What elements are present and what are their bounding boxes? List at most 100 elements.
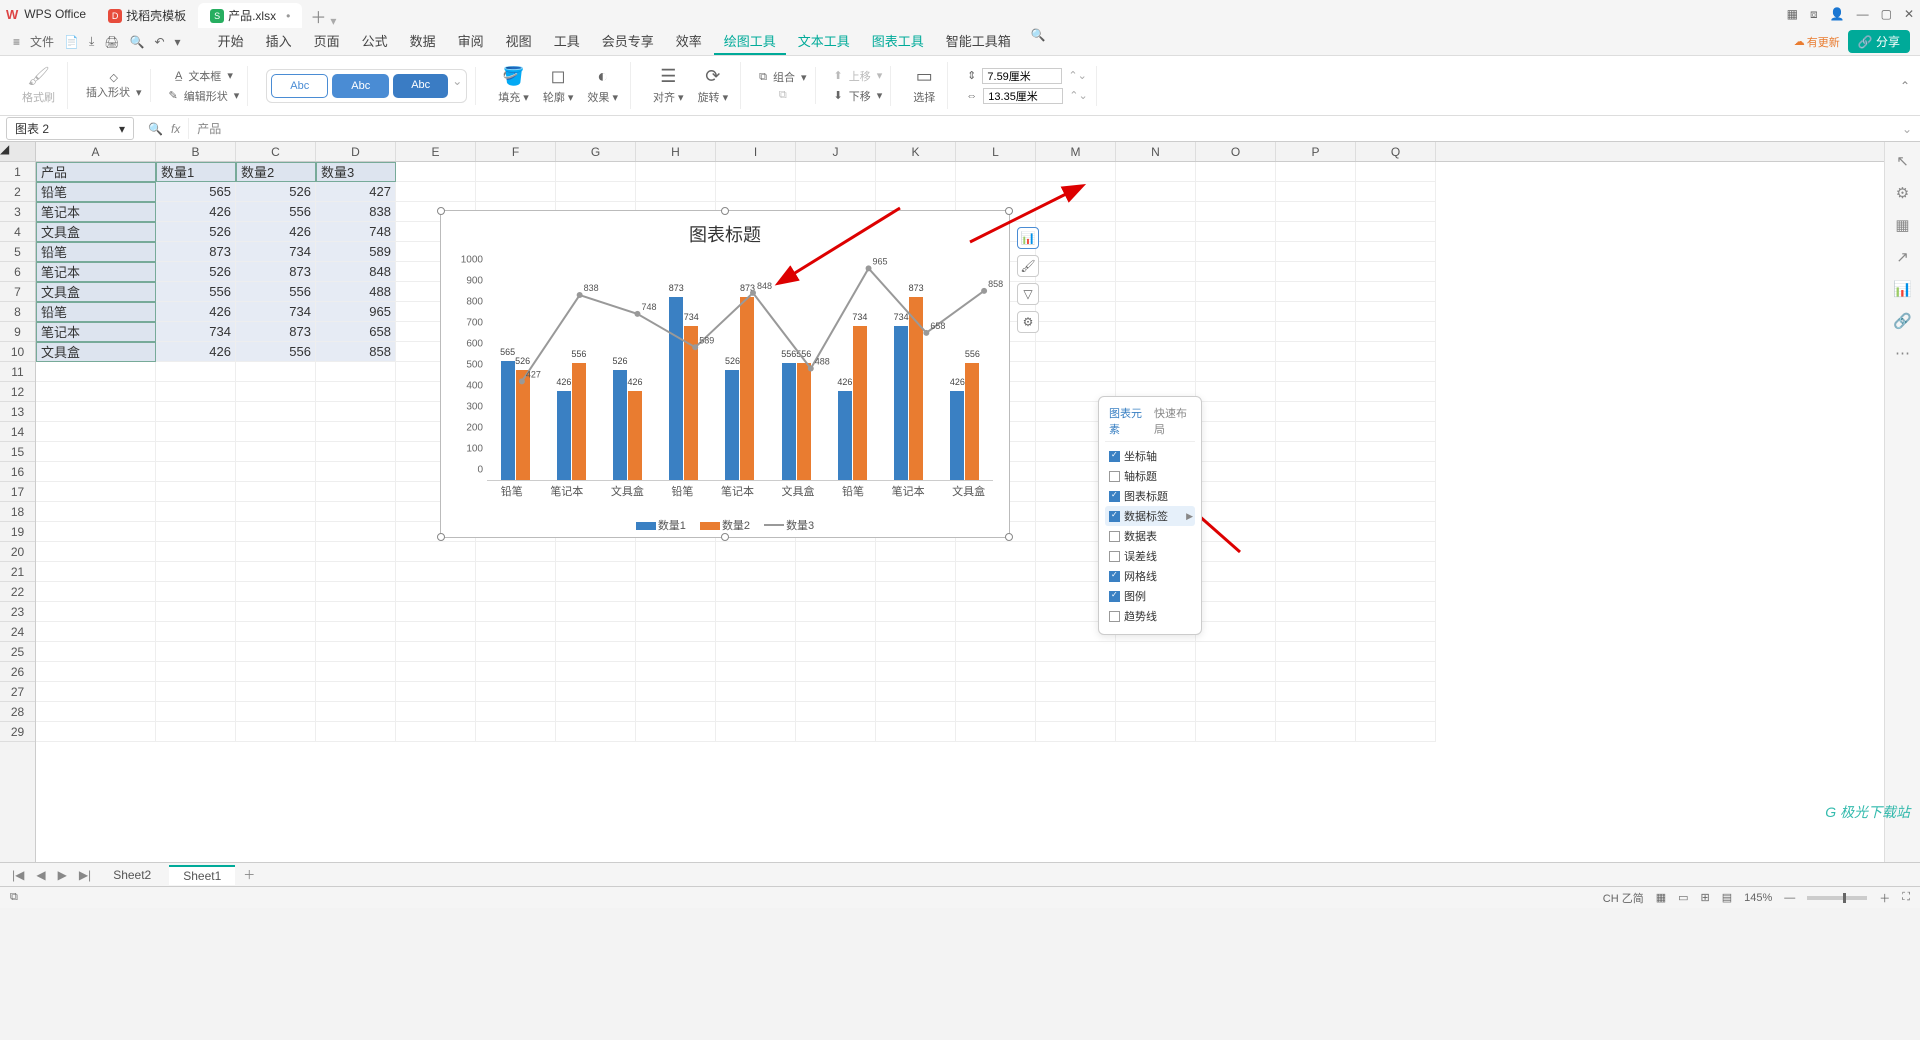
cell-Q21[interactable] (1356, 562, 1436, 582)
cell-J24[interactable] (796, 622, 876, 642)
cell-O27[interactable] (1196, 682, 1276, 702)
row-header-21[interactable]: 21 (0, 562, 35, 582)
cell-H1[interactable] (636, 162, 716, 182)
cell-H28[interactable] (636, 702, 716, 722)
cell-H27[interactable] (636, 682, 716, 702)
col-header-A[interactable]: A (36, 142, 156, 161)
cell-O10[interactable] (1196, 342, 1276, 362)
cell-P23[interactable] (1276, 602, 1356, 622)
cell-A21[interactable] (36, 562, 156, 582)
cell-B19[interactable] (156, 522, 236, 542)
row-header-16[interactable]: 16 (0, 462, 35, 482)
popup-tab-elements[interactable]: 图表元素 (1109, 405, 1146, 437)
add-sheet-button[interactable]: ＋ (239, 866, 259, 883)
cell-P17[interactable] (1276, 482, 1356, 502)
cell-E20[interactable] (396, 542, 476, 562)
chart-title[interactable]: 图表标题 (451, 217, 999, 251)
bar[interactable]: 873 (740, 297, 754, 480)
view-break-icon[interactable]: ⊞ (1701, 891, 1710, 904)
cell-K21[interactable] (876, 562, 956, 582)
cell-P16[interactable] (1276, 462, 1356, 482)
col-header-E[interactable]: E (396, 142, 476, 161)
menu-text-tools[interactable]: 文本工具 (788, 28, 860, 55)
cell-C16[interactable] (236, 462, 316, 482)
menu-formula[interactable]: 公式 (352, 28, 398, 55)
cell-F21[interactable] (476, 562, 556, 582)
cell-D1[interactable]: 数量3 (316, 162, 396, 182)
cell-J26[interactable] (796, 662, 876, 682)
row-header-4[interactable]: 4 (0, 222, 35, 242)
col-header-O[interactable]: O (1196, 142, 1276, 161)
bar[interactable]: 526 (516, 370, 530, 480)
cell-K29[interactable] (876, 722, 956, 742)
cell-D12[interactable] (316, 382, 396, 402)
cell-L24[interactable] (956, 622, 1036, 642)
cell-D2[interactable]: 427 (316, 182, 396, 202)
cell-B3[interactable]: 426 (156, 202, 236, 222)
cell-I2[interactable] (716, 182, 796, 202)
cell-N25[interactable] (1116, 642, 1196, 662)
col-header-G[interactable]: G (556, 142, 636, 161)
undo-icon[interactable]: ↶ (151, 35, 167, 49)
cell-M6[interactable] (1036, 262, 1116, 282)
cell-P19[interactable] (1276, 522, 1356, 542)
cell-B28[interactable] (156, 702, 236, 722)
cell-F23[interactable] (476, 602, 556, 622)
row-header-15[interactable]: 15 (0, 442, 35, 462)
cell-F20[interactable] (476, 542, 556, 562)
cell-O12[interactable] (1196, 382, 1276, 402)
cell-I1[interactable] (716, 162, 796, 182)
cell-M26[interactable] (1036, 662, 1116, 682)
chart-elem-option-3[interactable]: 数据标签▶ (1105, 506, 1195, 526)
cell-Q6[interactable] (1356, 262, 1436, 282)
cell-I24[interactable] (716, 622, 796, 642)
row-header-8[interactable]: 8 (0, 302, 35, 322)
cell-Q27[interactable] (1356, 682, 1436, 702)
cell-P1[interactable] (1276, 162, 1356, 182)
cell-G28[interactable] (556, 702, 636, 722)
cell-B7[interactable]: 556 (156, 282, 236, 302)
checkbox-icon[interactable] (1109, 611, 1120, 622)
cell-O18[interactable] (1196, 502, 1276, 522)
cell-P18[interactable] (1276, 502, 1356, 522)
group-button[interactable]: ⧉ 组合 ▾ (759, 69, 806, 85)
cell-B4[interactable]: 526 (156, 222, 236, 242)
cell-O7[interactable] (1196, 282, 1276, 302)
cell-B10[interactable]: 426 (156, 342, 236, 362)
checkbox-icon[interactable] (1109, 531, 1120, 542)
cell-M5[interactable] (1036, 242, 1116, 262)
cell-O25[interactable] (1196, 642, 1276, 662)
cell-Q23[interactable] (1356, 602, 1436, 622)
cell-L22[interactable] (956, 582, 1036, 602)
view-normal-icon[interactable]: ▦ (1656, 891, 1666, 904)
row-header-26[interactable]: 26 (0, 662, 35, 682)
cell-D20[interactable] (316, 542, 396, 562)
cell-D4[interactable]: 748 (316, 222, 396, 242)
cell-P8[interactable] (1276, 302, 1356, 322)
bar[interactable]: 426 (838, 391, 852, 480)
cell-E23[interactable] (396, 602, 476, 622)
cell-E28[interactable] (396, 702, 476, 722)
cell-C21[interactable] (236, 562, 316, 582)
cell-H20[interactable] (636, 542, 716, 562)
cell-B1[interactable]: 数量1 (156, 162, 236, 182)
cell-I27[interactable] (716, 682, 796, 702)
bar[interactable]: 734 (853, 326, 867, 480)
cell-M11[interactable] (1036, 362, 1116, 382)
cell-C15[interactable] (236, 442, 316, 462)
cell-J28[interactable] (796, 702, 876, 722)
cell-O19[interactable] (1196, 522, 1276, 542)
cell-Q16[interactable] (1356, 462, 1436, 482)
row-header-29[interactable]: 29 (0, 722, 35, 742)
cell-I29[interactable] (716, 722, 796, 742)
row-header-11[interactable]: 11 (0, 362, 35, 382)
col-header-J[interactable]: J (796, 142, 876, 161)
cell-D21[interactable] (316, 562, 396, 582)
cell-A20[interactable] (36, 542, 156, 562)
cell-E26[interactable] (396, 662, 476, 682)
format-painter-button[interactable]: 🖌 格式刷 (18, 64, 59, 107)
chart-filter-button[interactable]: ▽ (1017, 283, 1039, 305)
close-button[interactable]: ✕ (1904, 7, 1914, 21)
cell-O6[interactable] (1196, 262, 1276, 282)
bar[interactable]: 556 (797, 363, 811, 480)
